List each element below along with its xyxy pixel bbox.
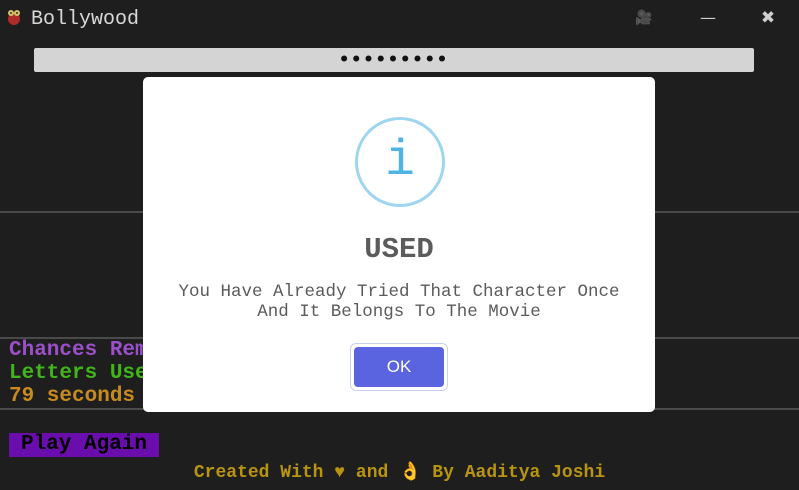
timer-label: 79 seconds (9, 385, 136, 408)
ok-button[interactable]: OK (354, 347, 444, 387)
game-window: Bollywood 🎥 — ✖ ••••••••• Chances Rema L… (0, 0, 799, 490)
window-title: Bollywood (31, 8, 140, 31)
play-again-button[interactable]: Play Again (9, 433, 159, 457)
letters-used-label: Letters Usec (9, 362, 161, 385)
close-button[interactable]: ✖ (748, 6, 788, 30)
info-dialog: i USED You Have Already Tried That Chara… (143, 77, 655, 412)
film-reel-icon (5, 8, 23, 26)
ok-button-focus-ring: OK (350, 343, 448, 391)
camera-icon[interactable]: 🎥 (624, 6, 664, 30)
title-bar: Bollywood 🎥 — ✖ (0, 0, 799, 38)
minimize-button[interactable]: — (688, 6, 728, 30)
masked-word-display: ••••••••• (34, 48, 754, 72)
credit-text: Created With ♥ and 👌 By Aaditya Joshi (193, 463, 606, 483)
dialog-title: USED (364, 233, 434, 266)
info-icon: i (355, 117, 445, 207)
dialog-message-line-1: You Have Already Tried That Character On… (178, 282, 620, 302)
dialog-message: You Have Already Tried That Character On… (153, 282, 645, 322)
chances-remaining-label: Chances Rema (9, 339, 161, 362)
dialog-message-line-2: And It Belongs To The Movie (257, 302, 541, 322)
